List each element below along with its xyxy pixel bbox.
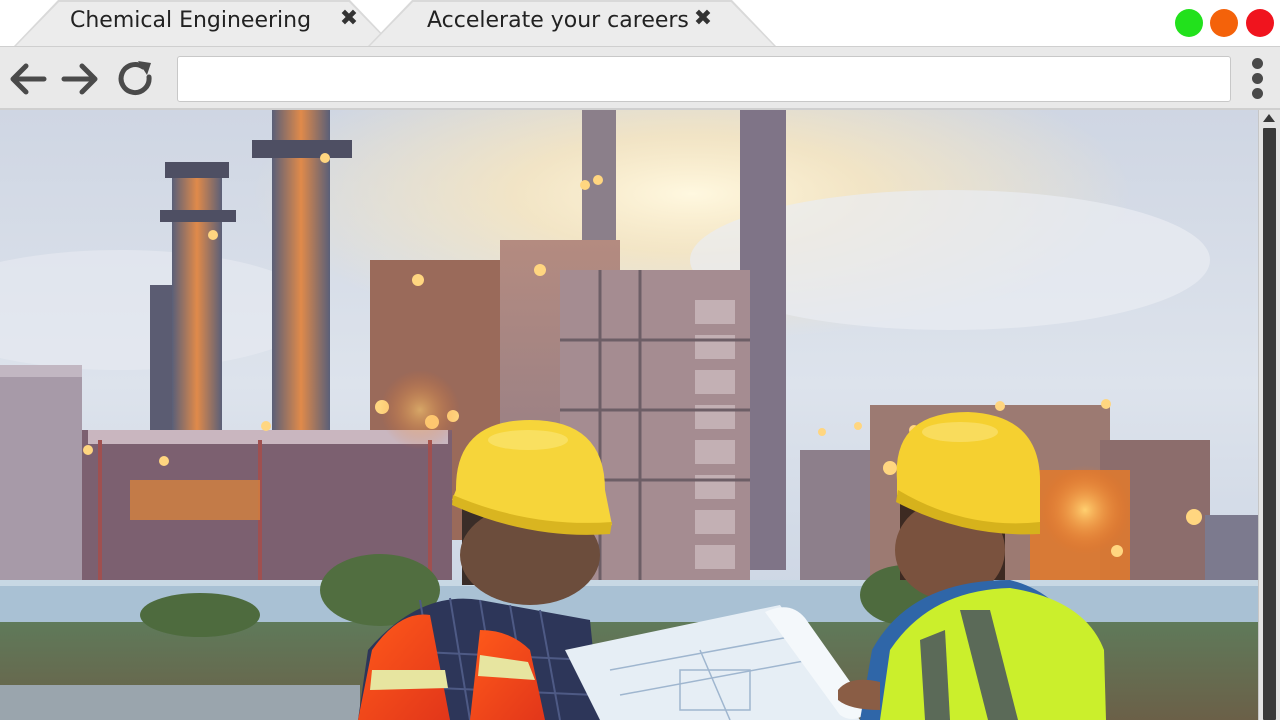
tab-chemical-engineering[interactable]: Chemical Engineering ✖ <box>14 0 394 46</box>
page-viewport <box>0 110 1258 720</box>
tab-label: Chemical Engineering <box>70 8 312 33</box>
maximize-dot-icon[interactable] <box>1175 9 1203 37</box>
scroll-up-icon[interactable] <box>1263 114 1275 122</box>
tab-close-icon[interactable]: ✖ <box>690 6 716 32</box>
forward-button[interactable] <box>58 57 102 101</box>
arrow-right-icon <box>61 63 98 95</box>
reload-icon <box>118 61 152 96</box>
reload-button[interactable] <box>114 57 158 101</box>
vertical-scrollbar[interactable] <box>1258 110 1280 720</box>
close-dot-icon[interactable] <box>1246 9 1274 37</box>
hero-photo <box>0 110 1258 720</box>
address-bar[interactable] <box>177 56 1231 102</box>
browser-toolbar <box>0 46 1280 110</box>
arrow-left-icon <box>10 63 47 95</box>
kebab-menu-icon[interactable] <box>1244 55 1270 105</box>
tab-label: Accelerate your careers <box>427 8 689 33</box>
scroll-thumb[interactable] <box>1263 128 1276 720</box>
tab-accelerate-careers[interactable]: Accelerate your careers ✖ <box>368 0 776 46</box>
tab-strip: Chemical Engineering ✖ Accelerate your c… <box>0 0 1280 46</box>
minimize-dot-icon[interactable] <box>1210 9 1238 37</box>
tab-close-icon[interactable]: ✖ <box>336 6 362 32</box>
back-button[interactable] <box>6 57 50 101</box>
